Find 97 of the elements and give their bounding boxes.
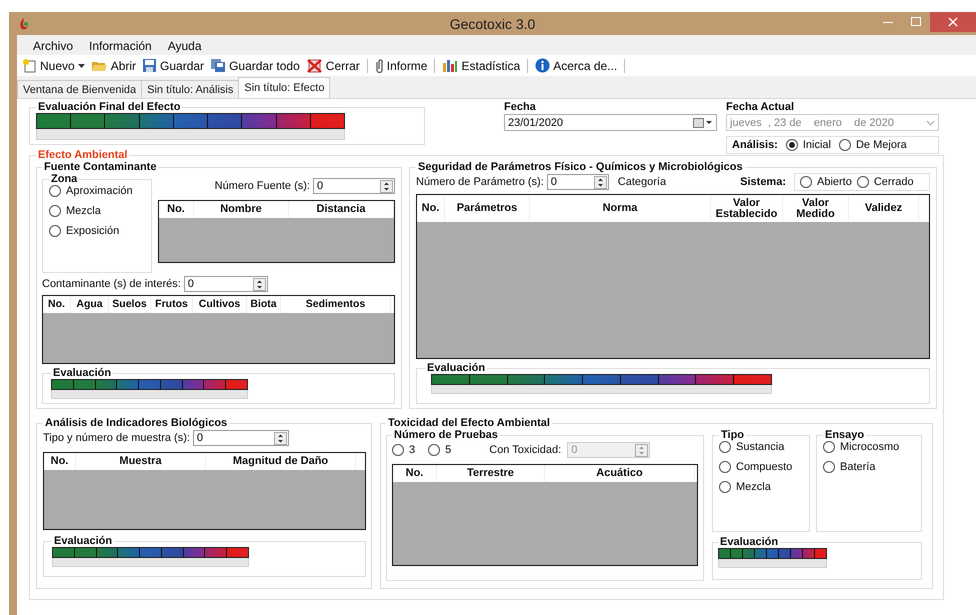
menu-item[interactable]: Ayuda <box>160 38 210 55</box>
group-title: Evaluación <box>53 535 114 547</box>
close-button[interactable] <box>930 12 976 32</box>
column-header[interactable]: Suelos <box>109 296 151 313</box>
radio-option[interactable]: Compuesto <box>719 461 803 473</box>
column-header[interactable]: Valor Establecido <box>711 195 783 222</box>
number-field[interactable]: 0 <box>546 174 609 190</box>
column-header[interactable]: Terrestre <box>437 465 545 482</box>
group-title: Evaluación <box>719 536 780 548</box>
radio-option[interactable]: Mezcla <box>719 481 803 493</box>
radio-option[interactable]: Aproximación <box>49 185 145 197</box>
radio-option[interactable]: Sustancia <box>719 441 803 453</box>
radio-option[interactable]: 5 <box>428 444 452 456</box>
column-header[interactable]: No. <box>417 195 445 222</box>
close-icon <box>948 17 958 27</box>
spinner-icon <box>594 176 607 188</box>
spinner-icon <box>380 180 393 192</box>
spinner-icon <box>274 432 287 444</box>
maximize-icon <box>911 17 921 27</box>
menu-item[interactable]: Archivo <box>25 38 82 55</box>
group-title: Fuente Contaminante <box>43 161 158 173</box>
radio-option[interactable]: Inicial <box>786 139 831 151</box>
spinner-icon <box>635 444 648 456</box>
close-document-icon <box>306 58 323 73</box>
column-header[interactable]: Distancia <box>289 201 394 218</box>
group-title: Evaluación Final del Efecto <box>37 101 182 113</box>
new-document-icon <box>22 58 37 73</box>
number-field[interactable]: 0 <box>184 276 268 292</box>
column-header[interactable]: No. <box>393 465 437 482</box>
column-header[interactable]: Validez <box>849 195 919 222</box>
tab[interactable]: Sin título: Efecto <box>238 77 330 98</box>
column-header[interactable]: Sedimentos <box>281 296 391 313</box>
save-icon <box>142 58 158 73</box>
group-title: Efecto Ambiental <box>37 149 128 161</box>
info-icon <box>535 58 550 73</box>
radio-option[interactable]: Mezcla <box>49 205 145 217</box>
window-title: Gecotoxic 3.0 <box>450 16 536 32</box>
group-title: Análisis de Indicadores Biológicos <box>44 417 228 429</box>
chevron-down-icon <box>926 120 935 126</box>
column-header[interactable]: No. <box>159 201 194 218</box>
column-header[interactable]: Cultivos <box>193 296 247 313</box>
radio-option[interactable]: Cerrado <box>856 176 914 188</box>
field-label: Con Toxicidad: <box>489 444 562 456</box>
group-title: Tipo <box>720 429 746 441</box>
toolbar-button[interactable]: Abrir <box>88 58 140 74</box>
radio-option[interactable]: 3 <box>392 444 416 456</box>
option-label: Análisis: <box>732 139 778 151</box>
column-header[interactable]: Nombre <box>194 201 289 218</box>
field-label: Contaminante (s) de interés: <box>42 278 181 290</box>
column-header[interactable]: Biota <box>247 296 281 313</box>
number-field[interactable]: 0 <box>313 178 395 194</box>
toolbar-button[interactable]: Guardar <box>139 57 208 74</box>
column-header[interactable]: Agua <box>71 296 109 313</box>
column-header[interactable]: Acuático <box>545 465 695 482</box>
column-header[interactable]: Muestra <box>76 453 206 470</box>
app-logo-icon <box>18 16 30 30</box>
group-title: Número de Pruebas <box>393 429 499 441</box>
date-field[interactable]: 23/01/2020 <box>504 114 717 131</box>
option-label: Sistema: <box>740 176 786 188</box>
group-title: Evaluación <box>426 362 486 374</box>
group-title: Toxicidad del Efecto Ambiental <box>387 417 551 429</box>
radio-option[interactable]: Microcosmo <box>823 441 915 453</box>
save-all-icon <box>210 58 226 73</box>
toolbar-button[interactable]: Guardar todo <box>207 57 303 74</box>
column-header[interactable]: Magnitud de Daño <box>206 453 356 470</box>
field-label: Fecha Actual <box>726 101 796 113</box>
spinner-icon <box>252 278 266 290</box>
toolbar-button[interactable]: Acerca de... <box>532 57 620 74</box>
toolbar-button[interactable]: Nuevo <box>19 57 88 74</box>
field-label: Tipo y número de muestra (s): <box>43 432 190 444</box>
column-header[interactable]: No. <box>43 296 71 313</box>
toolbar-button[interactable]: Informe <box>372 57 430 74</box>
column-header[interactable]: No. <box>44 453 76 470</box>
toolbar-button[interactable]: Cerrar <box>302 57 363 74</box>
column-header[interactable]: Norma <box>530 195 711 222</box>
number-field[interactable]: 0 <box>192 430 289 446</box>
group-title: Evaluación <box>52 367 112 379</box>
toolbar-button[interactable]: Estadística <box>439 57 524 74</box>
field-label: Fecha <box>504 101 537 113</box>
group-title: Seguridad de Parámetros Físico - Químicos y Microbiológicos <box>417 161 744 173</box>
radio-option[interactable]: De Mejora <box>838 139 907 151</box>
radio-option[interactable]: Batería <box>823 461 915 473</box>
field-label: Número de Parámetro (s): <box>416 176 544 188</box>
field-label: Categoría <box>618 176 666 188</box>
calendar-dropdown-icon <box>693 118 713 128</box>
bar-chart-icon <box>442 58 458 73</box>
group-title: Zona <box>50 173 78 185</box>
field-label: Número Fuente (s): <box>214 180 310 192</box>
radio-option[interactable]: Exposición <box>49 225 145 237</box>
radio-option[interactable]: Abierto <box>800 176 852 188</box>
menu-item[interactable]: Información <box>81 38 160 55</box>
group-title: Ensayo <box>824 429 866 441</box>
column-header[interactable]: Valor Medido <box>783 195 849 222</box>
tab[interactable]: Ventana de Bienvenida <box>17 80 142 98</box>
paperclip-icon <box>374 58 384 73</box>
column-header[interactable]: Parámetros <box>445 195 530 222</box>
column-header[interactable]: Frutos <box>151 296 193 313</box>
